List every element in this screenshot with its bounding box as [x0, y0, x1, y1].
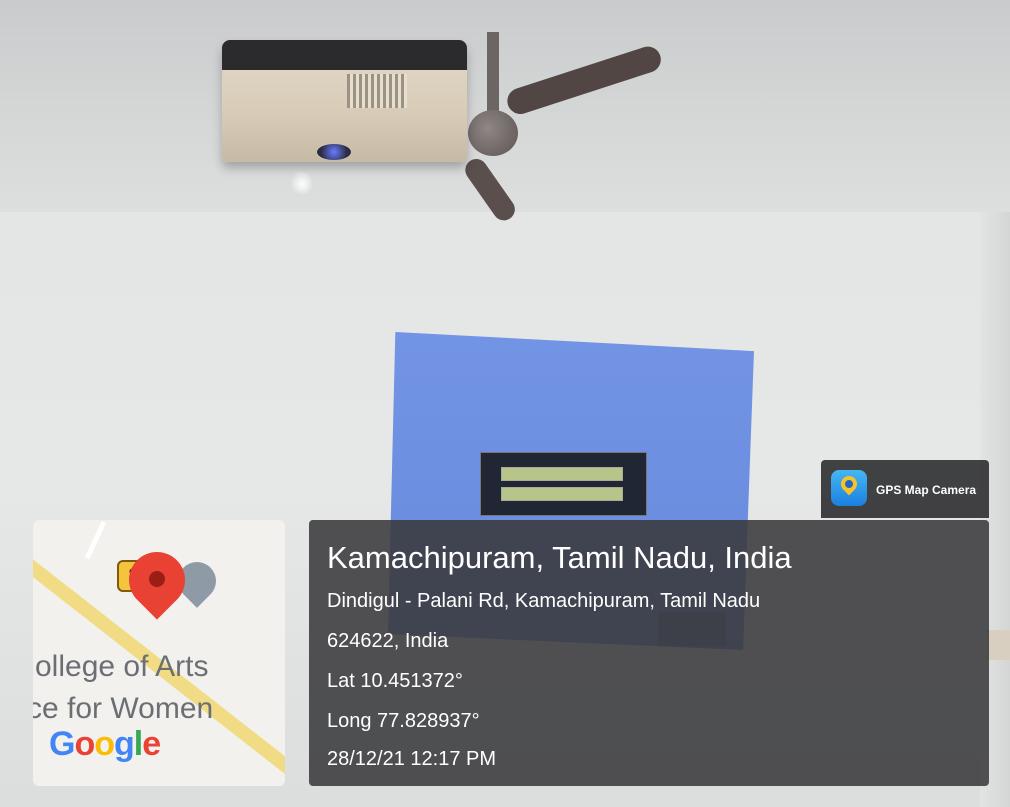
projector-top [222, 40, 467, 70]
wall-switch [986, 630, 1010, 660]
map-road [84, 520, 107, 560]
location-headline: Kamachipuram, Tamil Nadu, India [327, 540, 792, 575]
address-line: Dindigul - Palani Rd, Kamachipuram, Tami… [327, 590, 761, 612]
google-logo-letter: e [142, 725, 161, 763]
projector-osd-menu [480, 452, 647, 516]
projector-vent [347, 74, 407, 108]
longitude: Long 77.828937° [327, 710, 480, 732]
timestamp: 28/12/21 12:17 PM [327, 748, 497, 770]
map-pin-dot [149, 571, 165, 587]
more-dots[interactable]: ... [205, 775, 220, 786]
google-logo-letter: o [74, 725, 95, 763]
google-logo-letter: G [49, 725, 75, 763]
fan-rod [487, 32, 499, 117]
gps-map-camera-badge: GPS Map Camera [821, 460, 989, 518]
ceiling-fan-motor [468, 110, 518, 156]
google-logo-letter: o [94, 725, 115, 763]
badge-label: GPS Map Camera [876, 483, 977, 497]
google-logo: Google [49, 725, 161, 764]
projector-lens [317, 144, 351, 160]
latitude: Lat 10.451372° [327, 670, 463, 692]
osd-option [501, 467, 623, 481]
map-place-label: ollege of Arts [35, 650, 209, 683]
gps-map-camera-icon [831, 470, 867, 506]
light-bulb [290, 172, 314, 196]
location-info-card: Kamachipuram, Tamil Nadu, India Dindigul… [309, 520, 989, 786]
ceiling [0, 0, 1010, 212]
osd-option [501, 487, 623, 501]
map-place-label: ce for Women [33, 692, 214, 725]
mini-map[interactable]: 8 ollege of Arts ce for Women Google ... [33, 520, 285, 786]
ceiling-projector [222, 40, 467, 162]
badge-pin-dot [845, 480, 853, 488]
google-logo-letter: g [114, 725, 135, 763]
google-logo-letter: l [133, 725, 144, 763]
photo-scene: 8 ollege of Arts ce for Women Google ...… [0, 0, 1010, 807]
address-line: 624622, India [327, 630, 449, 652]
